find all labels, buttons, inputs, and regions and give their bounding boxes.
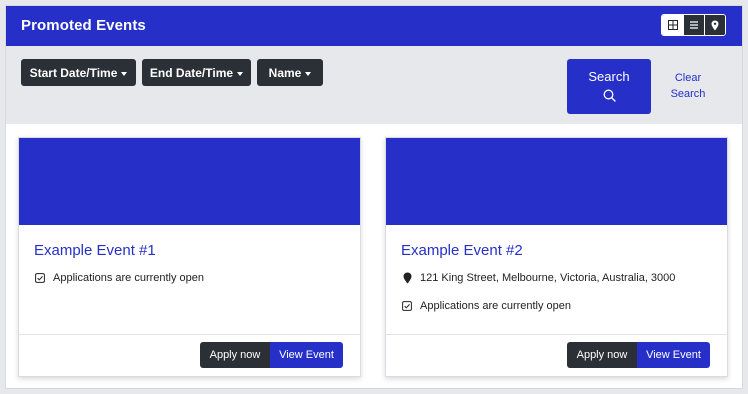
checkbox-check-icon: [401, 300, 413, 312]
event-title[interactable]: Example Event #2: [401, 242, 523, 259]
event-actions: Apply now View Event: [567, 342, 710, 368]
filter-bar: Start Date/Time End Date/Time Name Searc…: [6, 46, 742, 124]
search-button[interactable]: Search: [567, 59, 651, 114]
grid-icon: [667, 20, 678, 30]
event-status-text: Applications are currently open: [420, 300, 572, 312]
map-pin-icon: [711, 20, 719, 30]
list-view-button[interactable]: [683, 15, 704, 35]
panel-header: Promoted Events: [6, 6, 742, 46]
event-card: Example Event #1 Applications are curren…: [18, 137, 361, 377]
promoted-events-panel: Promoted Events Start Date/Time End Date…: [5, 5, 743, 389]
event-status-row: Applications are currently open: [401, 300, 571, 312]
apply-now-button[interactable]: Apply now: [567, 342, 637, 368]
event-card: Example Event #2 121 King Street, Melbou…: [385, 137, 728, 377]
map-view-button[interactable]: [704, 15, 725, 35]
panel-title: Promoted Events: [21, 17, 146, 34]
start-datetime-label: Start Date/Time: [29, 65, 118, 80]
checkbox-check-icon: [34, 272, 46, 284]
name-filter-label: Name: [268, 65, 302, 80]
event-banner-image: [386, 138, 727, 225]
view-event-button[interactable]: View Event: [637, 342, 710, 368]
event-status-row: Applications are currently open: [34, 272, 204, 284]
search-icon: [603, 89, 616, 102]
end-datetime-label: End Date/Time: [149, 65, 234, 80]
caret-down-icon: [305, 71, 312, 76]
event-address-text: 121 King Street, Melbourne, Victoria, Au…: [420, 272, 676, 284]
clear-search-link[interactable]: Clear Search: [666, 70, 710, 102]
grid-view-button[interactable]: [662, 15, 683, 35]
event-status-text: Applications are currently open: [53, 272, 205, 284]
apply-now-button[interactable]: Apply now: [200, 342, 270, 368]
name-filter[interactable]: Name: [257, 59, 323, 86]
card-footer-divider: [386, 334, 727, 335]
caret-down-icon: [121, 71, 128, 76]
event-address-row: 121 King Street, Melbourne, Victoria, Au…: [401, 272, 675, 284]
caret-down-icon: [237, 71, 244, 76]
search-button-label: Search: [588, 69, 630, 84]
event-title[interactable]: Example Event #1: [34, 242, 156, 259]
view-mode-toggle: [661, 14, 726, 36]
view-event-button[interactable]: View Event: [270, 342, 343, 368]
end-datetime-filter[interactable]: End Date/Time: [142, 59, 251, 86]
start-datetime-filter[interactable]: Start Date/Time: [21, 59, 136, 86]
event-actions: Apply now View Event: [200, 342, 343, 368]
map-marker-icon: [401, 272, 413, 284]
card-footer-divider: [19, 334, 360, 335]
list-icon: [690, 21, 698, 29]
event-banner-image: [19, 138, 360, 225]
